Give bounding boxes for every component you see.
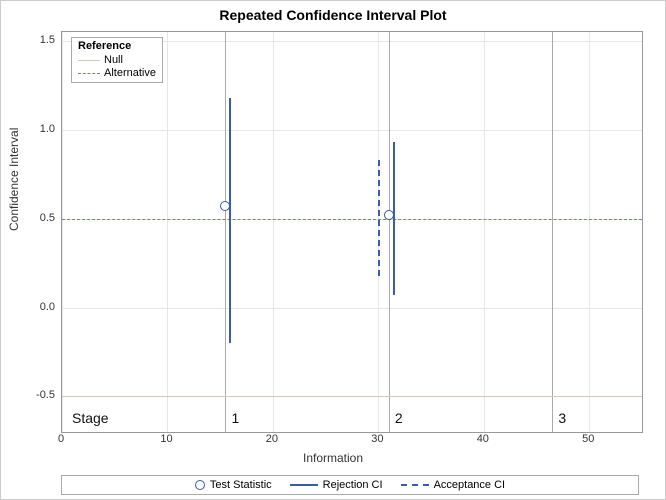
- plot-area: 1 2 3 Stage: [61, 31, 643, 433]
- stage-boundary: [389, 32, 390, 432]
- grid-line: [589, 32, 590, 432]
- x-tick-label: 0: [58, 433, 64, 445]
- legend-test-statistic: Test Statistic: [195, 479, 272, 491]
- rejection-ci-bar: [229, 98, 231, 343]
- grid-line: [167, 32, 168, 432]
- y-tick-label: 1.5: [15, 34, 55, 46]
- grid-line: [62, 32, 63, 432]
- line-swatch-icon: [78, 60, 100, 61]
- ci-plot-figure: Repeated Confidence Interval Plot 1 2 3 Sta…: [0, 0, 666, 500]
- stage-boundary: [225, 32, 226, 432]
- x-axis-label: Information: [1, 451, 665, 465]
- x-tick-label: 10: [160, 433, 172, 445]
- reference-legend-null: Null: [78, 54, 156, 66]
- x-tick-label: 30: [371, 433, 383, 445]
- grid-line: [62, 130, 642, 131]
- grid-line: [484, 32, 485, 432]
- grid-line: [62, 308, 642, 309]
- reference-legend: Reference Null Alternative: [71, 37, 163, 83]
- rejection-ci-bar: [393, 142, 395, 295]
- y-tick-label: 0.0: [15, 301, 55, 313]
- x-tick-label: 20: [266, 433, 278, 445]
- stage-number: 2: [395, 410, 403, 426]
- legend-acceptance-ci: Acceptance CI: [401, 479, 506, 491]
- legend-label: Rejection CI: [323, 479, 383, 491]
- circle-marker-icon: [195, 480, 205, 490]
- series-legend: Test Statistic Rejection CI Acceptance C…: [61, 475, 639, 495]
- x-tick-label: 50: [582, 433, 594, 445]
- legend-label: Test Statistic: [210, 479, 272, 491]
- solid-line-icon: [290, 484, 318, 486]
- grid-line: [273, 32, 274, 432]
- acceptance-ci-bar: [378, 160, 380, 276]
- y-tick-label: 1.0: [15, 123, 55, 135]
- dashed-line-swatch-icon: [78, 73, 100, 74]
- legend-rejection-ci: Rejection CI: [290, 479, 383, 491]
- x-tick-label: 40: [477, 433, 489, 445]
- alternative-reference-line: [62, 219, 642, 220]
- stage-number: 3: [558, 410, 566, 426]
- dashed-line-icon: [401, 484, 429, 486]
- y-tick-label: 0.5: [15, 212, 55, 224]
- reference-legend-alt: Alternative: [78, 67, 156, 79]
- stage-axis-label: Stage: [72, 410, 109, 426]
- reference-legend-title: Reference: [78, 40, 156, 52]
- null-reference-line: [62, 396, 642, 397]
- stage-number: 1: [231, 410, 239, 426]
- stage-boundary: [552, 32, 553, 432]
- null-label: Null: [104, 54, 123, 66]
- y-tick-label: -0.5: [15, 389, 55, 401]
- chart-title: Repeated Confidence Interval Plot: [1, 7, 665, 23]
- legend-label: Acceptance CI: [434, 479, 506, 491]
- alt-label: Alternative: [104, 67, 156, 79]
